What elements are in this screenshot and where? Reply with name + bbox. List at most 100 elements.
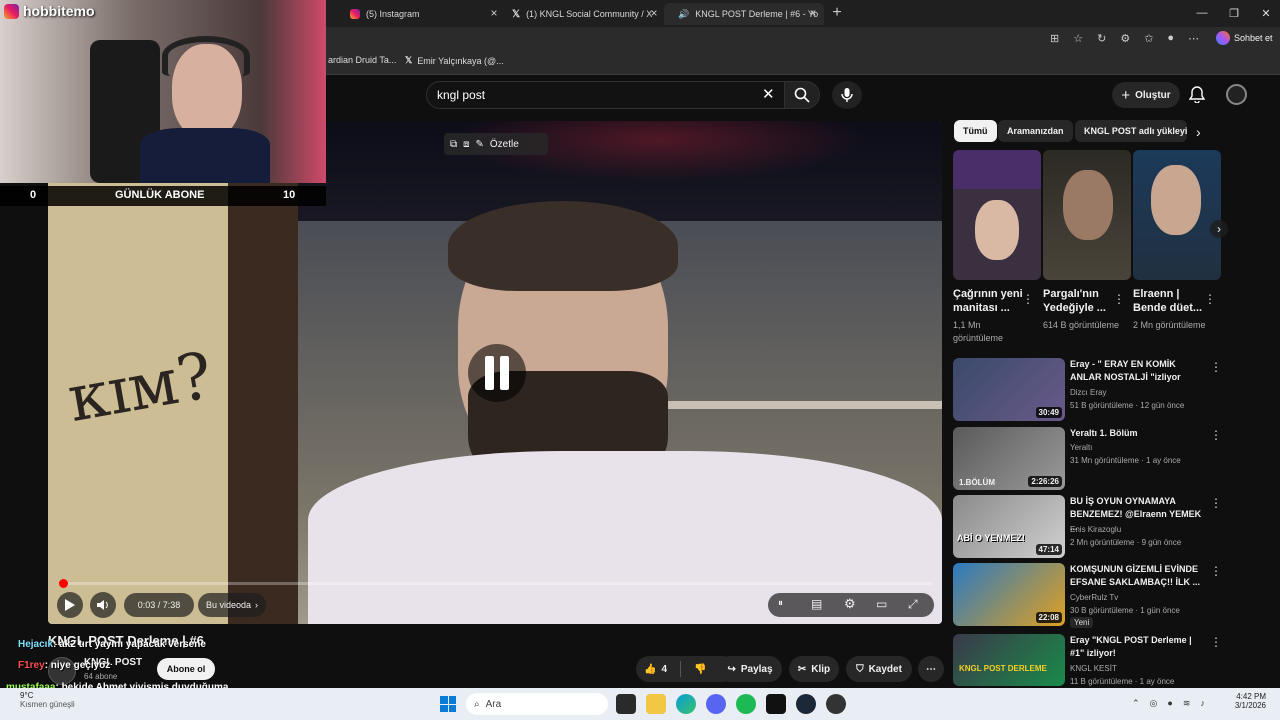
minimize-icon[interactable]: — (1190, 4, 1214, 22)
short-thumbnail[interactable] (953, 150, 1041, 280)
scrubber-handle[interactable] (59, 579, 68, 588)
video-thumbnail[interactable]: ABİ O YENMEZ! 47:14 (953, 495, 1065, 558)
search-input[interactable]: kngl post (426, 81, 790, 109)
copilot-chat-button[interactable]: Sohbet et (1216, 31, 1273, 45)
notifications-icon[interactable] (1188, 86, 1206, 108)
video-title[interactable]: KOMŞUNUN GİZEMLİ EVİNDE EFSANE SAKLAMBAÇ… (1070, 563, 1206, 589)
refresh-icon[interactable]: ↻ (1097, 32, 1106, 45)
more-vert-icon[interactable]: ⋮ (1210, 564, 1222, 578)
channel-name[interactable]: Yeraltı (1070, 442, 1220, 454)
close-tab-icon[interactable]: × (646, 3, 662, 23)
more-actions-button[interactable]: ⋯ (918, 656, 944, 682)
clock[interactable]: 4:42 PM 3/1/2026 (1226, 692, 1266, 710)
more-vert-icon[interactable]: ⋮ (1022, 292, 1034, 306)
video-thumbnail[interactable]: 1.BÖLÜM 2:26:26 (953, 427, 1065, 490)
close-window-icon[interactable]: ✕ (1254, 4, 1278, 22)
windows-start-icon[interactable] (440, 696, 456, 712)
short-title[interactable]: Pargalı'nın Yedeğiyle ... (1043, 287, 1121, 315)
create-button[interactable]: + Oluştur (1112, 82, 1180, 108)
play-button[interactable] (57, 592, 83, 618)
collections-icon[interactable]: ✩ (1144, 32, 1153, 45)
clear-search-icon[interactable]: ✕ (762, 85, 775, 103)
task-view-icon[interactable] (616, 694, 636, 714)
restore-icon[interactable]: ❐ (1222, 4, 1246, 22)
tab-x[interactable]: 𝕏 (1) KNGL Social Community / X (504, 3, 664, 25)
channel-name[interactable]: CyberRulz Tv (1070, 592, 1220, 604)
microphone-icon[interactable]: ● (1167, 698, 1172, 709)
subscribe-button[interactable]: Abone ol (157, 658, 215, 680)
profile-icon[interactable]: ● (1167, 32, 1174, 45)
video-title[interactable]: Yeraltı 1. Bölüm (1070, 427, 1206, 440)
bookmark-item[interactable]: ardian Druid Ta... (328, 55, 396, 65)
video-thumbnail[interactable]: 30:49 (953, 358, 1065, 421)
video-title[interactable]: Eray "KNGL POST Derleme | #1" izliyor! (1070, 634, 1206, 660)
more-vert-icon[interactable]: ⋮ (1210, 428, 1222, 442)
speaker-icon[interactable]: 🔊 (678, 9, 689, 20)
bookmark-item[interactable]: 𝕏 Emir Yalçınkaya (@... (405, 55, 504, 66)
close-tab-icon[interactable]: × (486, 3, 502, 23)
more-vert-icon[interactable]: ⋮ (1210, 635, 1222, 649)
summarize-button[interactable]: ⧉ ⧈ ✎ Özetle (444, 133, 548, 155)
short-face (1063, 170, 1113, 240)
search-button[interactable] (784, 81, 820, 109)
theater-mode-icon[interactable]: ▭ (876, 597, 887, 611)
channel-name[interactable]: Dizcı Eray (1070, 387, 1220, 399)
big-pause-button[interactable] (468, 344, 526, 402)
tab-instagram[interactable]: (5) Instagram (342, 3, 502, 25)
video-title[interactable]: Eray - " ERAY EN KOMİK ANLAR NOSTALJİ "i… (1070, 358, 1206, 384)
chip-uploader[interactable]: KNGL POST adlı yükleyi (1075, 120, 1187, 142)
fullscreen-icon[interactable]: ⤢ (908, 597, 918, 612)
tab-youtube-active[interactable]: 🔊 KNGL POST Derleme | #6 - Yo (664, 3, 824, 25)
video-thumbnail[interactable]: KNGL POST DERLEME (953, 634, 1065, 686)
video-thumbnail[interactable]: 22:08 (953, 563, 1065, 626)
app-icon[interactable]: ⊞ (1050, 32, 1059, 45)
extensions-icon[interactable]: ⚙ (1120, 32, 1130, 45)
chevron-up-icon[interactable]: ⌃ (1132, 698, 1140, 709)
miniplayer-icon[interactable]: ⧉ (450, 139, 457, 150)
terminal-icon[interactable] (766, 694, 786, 714)
volume-icon[interactable]: ♪ (1200, 698, 1205, 709)
channel-name[interactable]: KNGL KESİT (1070, 663, 1220, 675)
channel-name[interactable]: Enis Kirazoglu (1070, 524, 1220, 536)
spotify-icon[interactable] (736, 694, 756, 714)
autoplay-toggle[interactable]: ⏸ (778, 598, 783, 609)
like-button[interactable]: 👍 4 (644, 664, 667, 675)
shorts-next-icon[interactable]: › (1210, 220, 1228, 238)
discord-icon[interactable] (706, 694, 726, 714)
more-icon[interactable]: ⋯ (1188, 32, 1199, 45)
short-thumbnail[interactable] (1043, 150, 1131, 280)
weather-widget[interactable]: 9°C Kısmen güneşli (20, 691, 75, 709)
account-avatar[interactable] (1226, 84, 1247, 105)
more-vert-icon[interactable]: ⋮ (1204, 292, 1216, 306)
edge-icon[interactable] (676, 694, 696, 714)
chip-all[interactable]: Tümü (954, 120, 997, 142)
wifi-icon[interactable]: ≋ (1183, 698, 1191, 709)
more-vert-icon[interactable]: ⋮ (1210, 496, 1222, 510)
short-title[interactable]: Çağrının yeni manitası ... (953, 287, 1031, 315)
cast-icon[interactable]: ⧈ (463, 139, 469, 150)
share-button[interactable]: ↪ Paylaş (718, 656, 782, 682)
more-vert-icon[interactable]: ⋮ (1210, 360, 1222, 374)
voice-search-button[interactable] (832, 81, 862, 109)
thumbs-down-icon[interactable]: 👎 (694, 664, 706, 675)
mute-button[interactable] (90, 592, 116, 618)
obs-icon[interactable] (826, 694, 846, 714)
short-title[interactable]: Elraenn | Bende düet... (1133, 287, 1211, 315)
favorite-icon[interactable]: ☆ (1073, 32, 1083, 45)
chips-next-icon[interactable]: › (1196, 124, 1201, 140)
short-thumbnail[interactable] (1133, 150, 1221, 280)
clip-button[interactable]: ✂ Klip (789, 656, 839, 682)
taskbar-search[interactable]: ⌕ Ara (466, 693, 608, 715)
subtitles-icon[interactable]: ▤ (811, 597, 822, 611)
more-vert-icon[interactable]: ⋮ (1113, 292, 1125, 306)
network-icon[interactable]: ◎ (1150, 698, 1158, 709)
file-explorer-icon[interactable] (646, 694, 666, 714)
settings-icon[interactable]: ⚙ (844, 596, 856, 612)
save-button[interactable]: ⛉ Kaydet (846, 656, 912, 682)
chip-from-search[interactable]: Aramanızdan (998, 120, 1073, 142)
new-tab-icon[interactable]: + (829, 3, 845, 23)
close-tab-icon[interactable]: × (805, 3, 821, 23)
chapter-button[interactable]: Bu videoda › (198, 593, 266, 617)
steam-icon[interactable] (796, 694, 816, 714)
progress-bar[interactable] (60, 582, 932, 585)
